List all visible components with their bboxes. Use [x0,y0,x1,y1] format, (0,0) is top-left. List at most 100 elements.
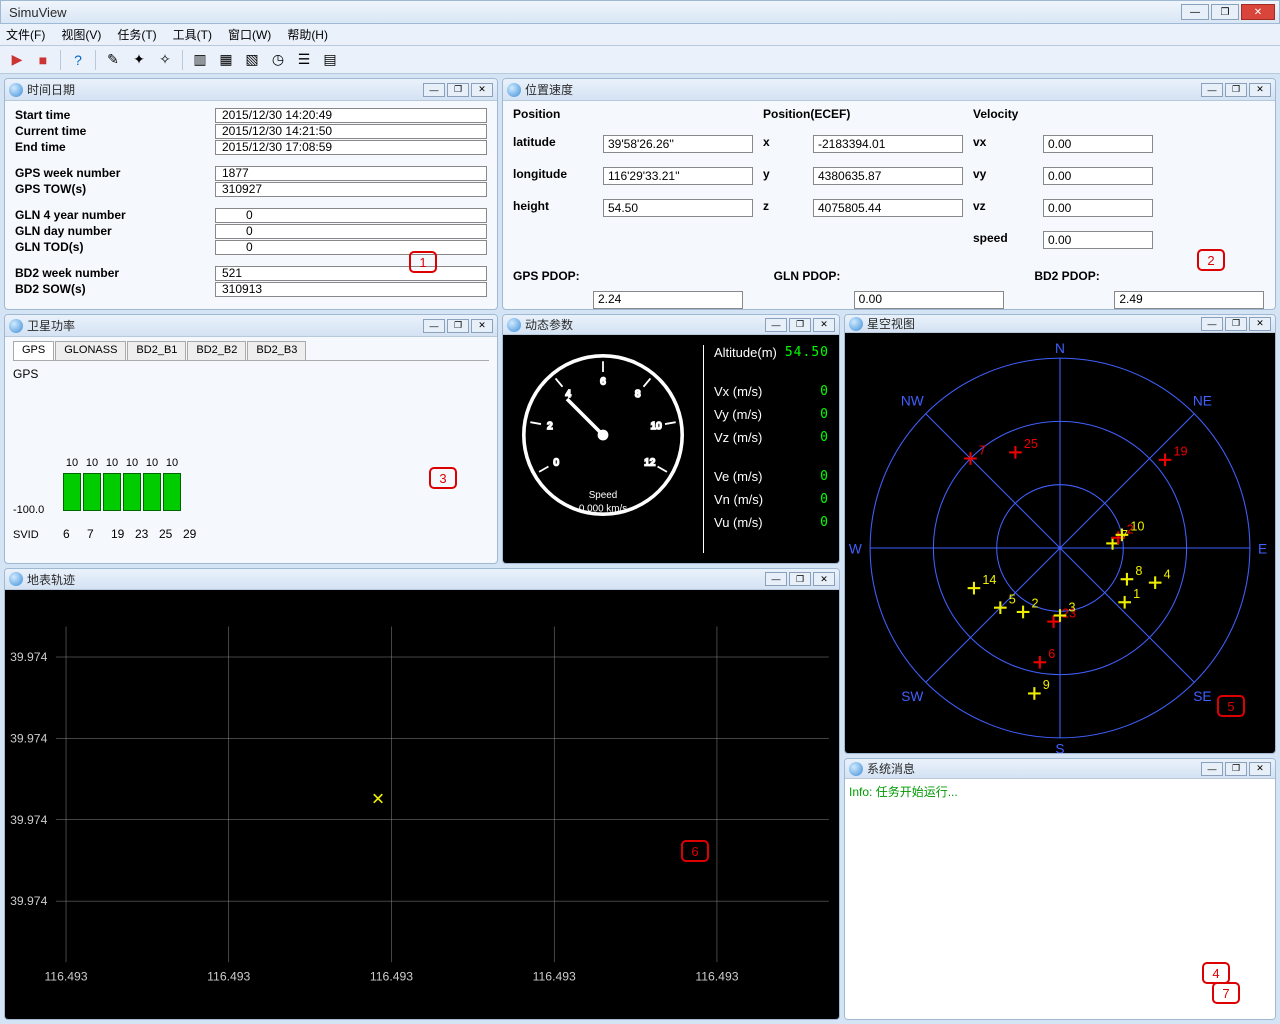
gauge-icon[interactable]: ◷ [267,49,289,71]
svg-text:116.493: 116.493 [695,969,738,983]
tab-glonass[interactable]: GLONASS [55,341,126,360]
menu-window[interactable]: 窗口(W) [228,26,271,43]
bar [163,473,181,511]
barchart-icon[interactable]: ▥ [189,49,211,71]
label: Vy (m/s) [714,407,762,422]
dynamic-body: 024681012 Speed 0.000 km/s Altitude(m)54… [503,335,839,563]
svg-text:W: W [849,541,862,556]
panel-maximize-button[interactable]: ❐ [447,83,469,97]
label: longitude [513,167,593,185]
panel-trajectory: 地表轨迹 — ❐ ✕ 116.493116.493116.493116.4931… [4,568,840,1020]
panel-maximize-button[interactable]: ❐ [1225,83,1247,97]
tabs: GPS GLONASS BD2_B1 BD2_B2 BD2_B3 [13,341,489,361]
play-icon[interactable]: ▶ [6,49,28,71]
satellite-icon[interactable]: ✦ [128,49,150,71]
panel-maximize-button[interactable]: ❐ [789,318,811,332]
panel-close-button[interactable]: ✕ [813,572,835,586]
value: 0 [215,208,487,223]
label: x [763,135,803,153]
bar [83,473,101,511]
svid: 25 [159,527,175,541]
orbit-icon[interactable]: ✧ [154,49,176,71]
separator [95,50,96,70]
plot-icon[interactable]: ▧ [241,49,263,71]
panel-close-button[interactable]: ✕ [471,83,493,97]
value: 2.49 [1114,291,1264,309]
value: 39'58'26.26'' [603,135,753,153]
globe-icon [9,572,23,586]
panel-minimize-button[interactable]: — [423,319,445,333]
menu-task[interactable]: 任务(T) [117,26,156,43]
value: 0 [820,492,829,507]
svg-text:39.974: 39.974 [10,894,47,908]
value: 0 [820,384,829,399]
svg-text:S: S [1055,742,1064,754]
panel-title: 位置速度 [525,81,1199,98]
menu-view[interactable]: 视图(V) [61,26,101,43]
panel-minimize-button[interactable]: — [1201,762,1223,776]
stop-icon[interactable]: ■ [32,49,54,71]
panel-minimize-button[interactable]: — [423,83,445,97]
app-title: SimuView [5,5,1179,20]
tool-icon[interactable]: ✎ [102,49,124,71]
globe-icon [507,83,521,97]
svg-text:NW: NW [901,394,924,409]
satellite-marker: 14 [968,573,997,595]
panel-minimize-button[interactable]: — [765,318,787,332]
panel-minimize-button[interactable]: — [765,572,787,586]
globe-icon [507,318,521,332]
svid: 6 [63,527,79,541]
maximize-button[interactable]: ❐ [1211,4,1239,20]
value: 0 [215,224,487,239]
label: y [763,167,803,185]
panel-maximize-button[interactable]: ❐ [789,572,811,586]
panel-dynamic-params: 动态参数 — ❐ ✕ 024681012 Speed 0.000 km/s Al… [502,314,840,564]
menu-file[interactable]: 文件(F) [6,26,45,43]
annotation-badge: 3 [429,467,457,489]
minimize-button[interactable]: — [1181,4,1209,20]
svid: 23 [135,527,151,541]
tab-gps[interactable]: GPS [13,341,54,360]
menu-tools[interactable]: 工具(T) [173,26,212,43]
satellite-marker: 2 [1017,597,1039,619]
close-button[interactable]: ✕ [1241,4,1275,20]
menu-help[interactable]: 帮助(H) [287,26,328,43]
panel-maximize-button[interactable]: ❐ [447,319,469,333]
value: 2015/12/30 17:08:59 [215,140,487,155]
panel-close-button[interactable]: ✕ [1249,762,1271,776]
panel-maximize-button[interactable]: ❐ [1225,317,1247,331]
svg-text:39.974: 39.974 [10,813,47,827]
panel-satellite-power: 卫星功率 — ❐ ✕ GPS GLONASS BD2_B1 BD2_B2 BD2… [4,314,498,564]
value: 2.24 [593,291,743,309]
tab-bd2b1[interactable]: BD2_B1 [127,341,186,360]
header: Position(ECEF) [763,107,963,121]
svg-text:E: E [1258,541,1267,556]
svg-text:8: 8 [1135,564,1142,578]
value: 0 [215,240,487,255]
panel-close-button[interactable]: ✕ [813,318,835,332]
list-icon[interactable]: ☰ [293,49,315,71]
separator [182,50,183,70]
svg-text:39.974: 39.974 [10,650,47,664]
panel-minimize-button[interactable]: — [1201,317,1223,331]
panel-minimize-button[interactable]: — [1201,83,1223,97]
value: 310927 [215,182,487,197]
value: 4380635.87 [813,167,963,185]
help-icon[interactable]: ? [67,49,89,71]
info-text: 任务开始运行... [876,785,958,799]
tab-bd2b2[interactable]: BD2_B2 [187,341,246,360]
value: 0.00 [1043,135,1153,153]
panel-close-button[interactable]: ✕ [471,319,493,333]
panel-maximize-button[interactable]: ❐ [1225,762,1247,776]
label: GLN day number [15,224,215,238]
separator [60,50,61,70]
panel-close-button[interactable]: ✕ [1249,317,1271,331]
panel-close-button[interactable]: ✕ [1249,83,1271,97]
tab-bd2b3[interactable]: BD2_B3 [247,341,306,360]
svg-text:14: 14 [982,573,996,587]
svg-text:1: 1 [1133,587,1140,601]
svg-text:6: 6 [1048,647,1055,661]
satellite-marker: 6 [1034,647,1056,669]
table-icon[interactable]: ▦ [215,49,237,71]
grid-icon[interactable]: ▤ [319,49,341,71]
